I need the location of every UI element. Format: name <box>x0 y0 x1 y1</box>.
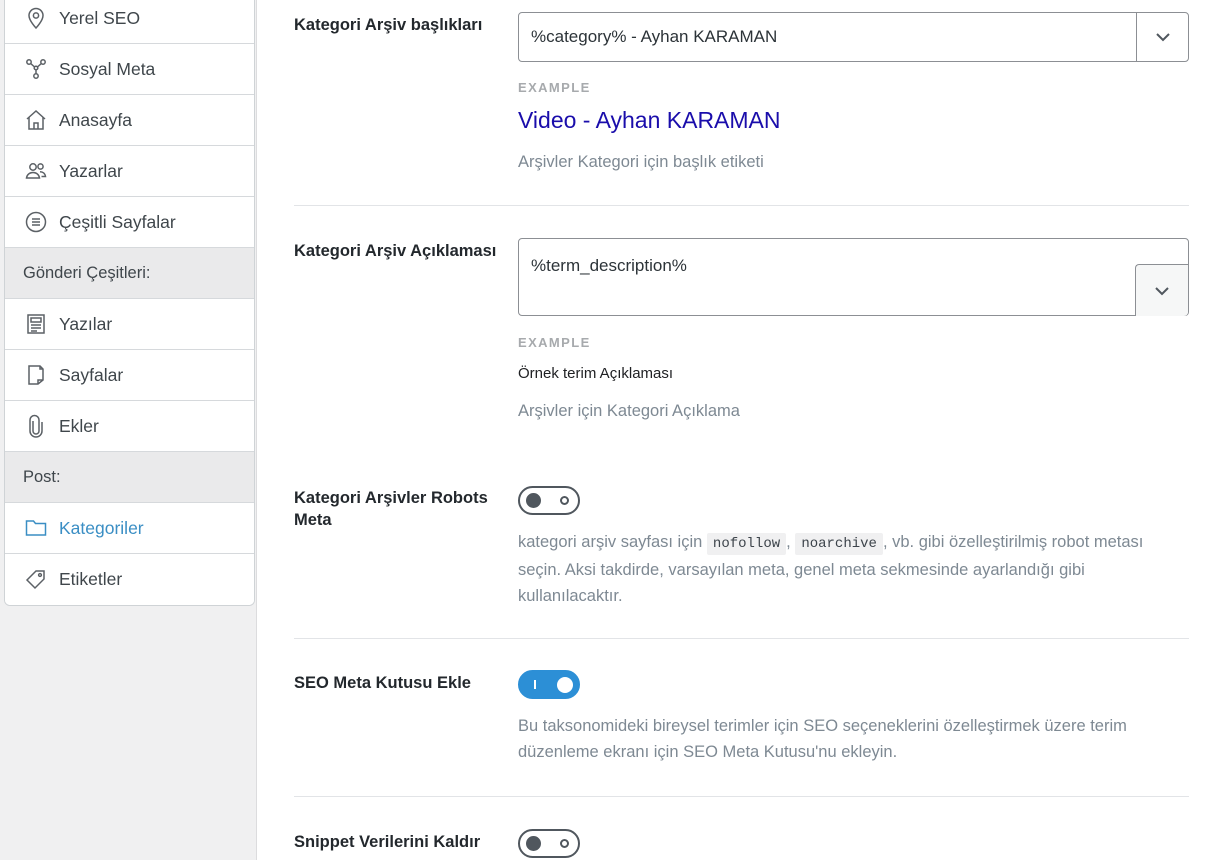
setting-remove-snippet-data: Snippet Verilerini Kaldır <box>294 829 1189 860</box>
help-text: kategori arşiv sayfası için nofollow, no… <box>518 529 1178 609</box>
toggle-on-indicator <box>534 680 536 689</box>
example-label: EXAMPLE <box>518 80 591 95</box>
page-icon <box>23 362 49 388</box>
sidebar-item-posts[interactable]: Yazılar <box>5 299 254 350</box>
sidebar-item-pages[interactable]: Sayfalar <box>5 350 254 401</box>
setting-control: Bu taksonomideki bireysel terimler için … <box>518 670 1189 761</box>
chevron-down-icon[interactable] <box>1136 13 1188 61</box>
sidebar-item-label: Etiketler <box>59 569 123 589</box>
toggle-knob <box>526 836 541 851</box>
sidebar-item-label: Yazılar <box>59 313 113 334</box>
divider <box>294 796 1189 797</box>
location-pin-icon <box>23 5 49 31</box>
setting-control: kategori arşiv sayfası için nofollow, no… <box>518 486 1189 605</box>
remove-snippet-toggle[interactable] <box>518 829 580 858</box>
code-nofollow: nofollow <box>706 533 787 555</box>
divider <box>294 638 1189 639</box>
help-text-part: kategori arşiv sayfası için <box>518 533 703 551</box>
title-format-select[interactable]: %category% - Ayhan KARAMAN <box>518 12 1189 62</box>
folder-icon <box>23 515 49 541</box>
seo-meta-box-toggle[interactable] <box>518 670 580 699</box>
sidebar-item-label: Sayfalar <box>59 364 124 385</box>
sidebar-item-label: Yerel SEO <box>59 7 141 28</box>
settings-sidebar: Yerel SEO Sosyal Meta Anasayfa Yazarlar … <box>0 0 256 860</box>
sidebar-item-label: Yazarlar <box>59 160 123 181</box>
sidebar-section-post: Post: <box>5 452 254 503</box>
description-format-value: %term_description% <box>531 256 687 275</box>
setting-control <box>518 829 1189 858</box>
sidebar-section-post-types: Gönderi Çeşitleri: <box>5 248 254 299</box>
toggle-knob <box>526 493 541 508</box>
setting-label: Kategori Arşiv Açıklaması <box>294 242 497 260</box>
sidebar-nav: Yerel SEO Sosyal Meta Anasayfa Yazarlar … <box>4 0 255 606</box>
home-icon <box>23 107 49 133</box>
setting-label: Snippet Verilerini Kaldır <box>294 833 481 851</box>
setting-label: SEO Meta Kutusu Ekle <box>294 674 471 692</box>
sidebar-item-homepage[interactable]: Anasayfa <box>5 95 254 146</box>
toggle-off-indicator <box>560 839 569 848</box>
setting-seo-meta-box: SEO Meta Kutusu Ekle Bu taksonomideki bi… <box>294 670 1189 770</box>
sidebar-item-misc-pages[interactable]: Çeşitli Sayfalar <box>5 197 254 248</box>
document-icon <box>23 311 49 337</box>
users-icon <box>23 158 49 184</box>
settings-panel: Kategori Arşiv başlıkları %category% - A… <box>256 0 1231 860</box>
paperclip-icon <box>23 413 49 439</box>
title-format-value: %category% - Ayhan KARAMAN <box>531 27 778 46</box>
sidebar-item-categories[interactable]: Kategoriler <box>5 503 254 554</box>
tag-icon <box>23 567 49 593</box>
setting-category-archive-description: Kategori Arşiv Açıklaması %term_descript… <box>294 238 1189 428</box>
help-text: Bu taksonomideki bireysel terimler için … <box>518 717 1127 761</box>
toggle-knob <box>557 677 573 693</box>
setting-label: Kategori Arşiv başlıkları <box>294 16 483 34</box>
list-circle-icon <box>23 209 49 235</box>
setting-control: %term_description% EXAMPLE Örnek terim A… <box>518 238 1189 420</box>
code-noarchive: noarchive <box>795 533 883 555</box>
example-description: Örnek terim Açıklaması <box>518 365 674 382</box>
sidebar-item-attachments[interactable]: Ekler <box>5 401 254 452</box>
sidebar-item-authors[interactable]: Yazarlar <box>5 146 254 197</box>
setting-category-archive-title: Kategori Arşiv başlıkları %category% - A… <box>294 12 1189 182</box>
setting-category-robots-meta: Kategori Arşivler Robots Meta kategori a… <box>294 486 1189 616</box>
toggle-off-indicator <box>560 496 569 505</box>
sidebar-item-social-meta[interactable]: Sosyal Meta <box>5 44 254 95</box>
share-network-icon <box>23 56 49 82</box>
chevron-down-icon[interactable] <box>1135 264 1188 316</box>
help-text: Arşivler Kategori için başlık etiketi <box>518 153 764 171</box>
divider <box>294 205 1189 206</box>
example-label: EXAMPLE <box>518 335 591 350</box>
help-text: Arşivler için Kategori Açıklama <box>518 402 740 420</box>
sidebar-item-label: Ekler <box>59 415 99 436</box>
example-title: Video - Ayhan KARAMAN <box>518 107 781 133</box>
setting-label: Kategori Arşivler Robots Meta <box>294 489 488 529</box>
description-format-textarea[interactable]: %term_description% <box>518 238 1189 316</box>
help-separator: , <box>786 533 791 551</box>
sidebar-item-label: Anasayfa <box>59 109 132 130</box>
sidebar-item-tags[interactable]: Etiketler <box>5 554 254 605</box>
setting-control: %category% - Ayhan KARAMAN EXAMPLE Video… <box>518 12 1189 171</box>
sidebar-item-label: Çeşitli Sayfalar <box>59 211 176 232</box>
sidebar-item-label: Kategoriler <box>59 517 144 538</box>
robots-meta-toggle[interactable] <box>518 486 580 515</box>
sidebar-item-local-seo[interactable]: Yerel SEO <box>5 0 254 44</box>
sidebar-item-label: Sosyal Meta <box>59 58 156 79</box>
